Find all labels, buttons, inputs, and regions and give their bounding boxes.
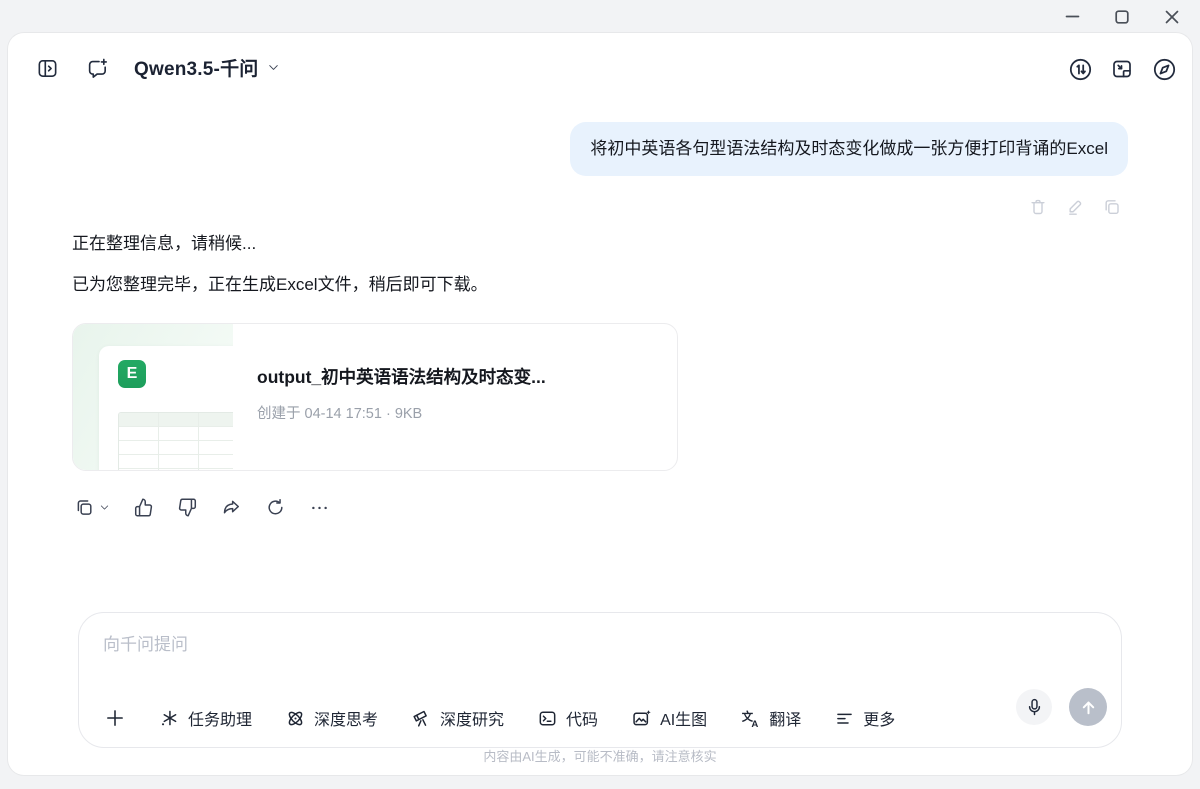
app-panel: Qwen3.5-千问 将初中英语各句型语法结构及时态变化做成一张方便打印背诵的E… <box>8 33 1192 775</box>
assistant-message: 正在整理信息，请稍候... 已为您整理完毕，正在生成Excel文件，稍后即可下载… <box>72 230 488 299</box>
file-name: output_初中英语语法结构及时态变... <box>257 364 653 389</box>
send-arrow-icon <box>1078 697 1099 718</box>
share-icon[interactable] <box>221 497 242 518</box>
tool-translate[interactable]: 文A 翻译 <box>740 706 801 730</box>
file-attachment-card[interactable]: E output_初中英语语法结构及时态变... 创建于 04-14 17:51… <box>72 323 678 471</box>
copy-response-button[interactable] <box>74 497 110 518</box>
tool-label: 任务助理 <box>188 706 252 730</box>
assistant-line: 已为您整理完毕，正在生成Excel文件，稍后即可下载。 <box>72 271 488 299</box>
file-thumbnail: E <box>73 324 233 470</box>
svg-text:A: A <box>752 718 759 728</box>
tool-more[interactable]: 更多 <box>834 706 895 730</box>
tool-deep-research[interactable]: 深度研究 <box>411 706 504 730</box>
delete-icon[interactable] <box>1028 197 1048 217</box>
tool-label: AI生图 <box>660 706 707 730</box>
minimize-button[interactable] <box>1064 9 1080 25</box>
tool-label: 翻译 <box>769 706 801 730</box>
atom-icon <box>285 708 306 729</box>
composer: 任务助理 深度思考 深度研究 代码 AI生图 文A 翻译 <box>78 612 1122 748</box>
excel-file-icon: E <box>118 360 146 388</box>
assistant-line: 正在整理信息，请稍候... <box>72 230 488 258</box>
chat-input[interactable] <box>103 635 963 655</box>
attach-plus-button[interactable] <box>104 707 126 729</box>
thumbs-up-icon[interactable] <box>133 497 154 518</box>
edit-icon[interactable] <box>1065 197 1085 217</box>
new-chat-icon[interactable] <box>86 57 109 80</box>
mini-window-icon[interactable] <box>1110 57 1133 80</box>
telescope-icon <box>411 708 432 729</box>
usage-limit-icon[interactable] <box>1068 57 1091 80</box>
image-gen-icon <box>631 708 652 729</box>
model-selector[interactable]: Qwen3.5-千问 <box>134 54 280 81</box>
copy-icon <box>74 497 95 518</box>
tool-label: 深度研究 <box>440 706 504 730</box>
tool-deep-thinking[interactable]: 深度思考 <box>285 706 378 730</box>
regenerate-icon[interactable] <box>265 497 286 518</box>
close-button[interactable] <box>1164 9 1180 25</box>
microphone-button[interactable] <box>1016 689 1052 725</box>
tool-task-assistant[interactable]: 任务助理 <box>159 706 252 730</box>
thumbs-down-icon[interactable] <box>177 497 198 518</box>
translate-icon: 文A <box>740 708 761 729</box>
chevron-down-icon <box>99 502 110 513</box>
ai-disclaimer: 内容由AI生成，可能不准确，请注意核实 <box>8 746 1192 765</box>
more-dots-icon[interactable] <box>309 497 330 518</box>
code-icon <box>537 708 558 729</box>
maximize-button[interactable] <box>1114 9 1130 25</box>
send-button[interactable] <box>1069 688 1107 726</box>
more-lines-icon <box>834 708 855 729</box>
microphone-icon <box>1024 697 1045 718</box>
sidebar-toggle-icon[interactable] <box>36 57 59 80</box>
copy-icon[interactable] <box>1102 197 1122 217</box>
tool-label: 代码 <box>566 706 598 730</box>
tool-label: 更多 <box>863 706 895 730</box>
tool-label: 深度思考 <box>314 706 378 730</box>
discover-compass-icon[interactable] <box>1152 57 1175 80</box>
tool-ai-image[interactable]: AI生图 <box>631 706 707 730</box>
sparkle-icon <box>159 708 180 729</box>
spreadsheet-preview-grid <box>118 412 233 470</box>
user-message-bubble: 将初中英语各句型语法结构及时态变化做成一张方便打印背诵的Excel <box>570 122 1128 176</box>
chevron-down-icon <box>267 61 280 74</box>
os-title-bar <box>0 0 1200 33</box>
tool-code[interactable]: 代码 <box>537 706 598 730</box>
file-meta: 创建于 04-14 17:51 · 9KB <box>257 402 653 423</box>
page-title: Qwen3.5-千问 <box>134 54 258 81</box>
